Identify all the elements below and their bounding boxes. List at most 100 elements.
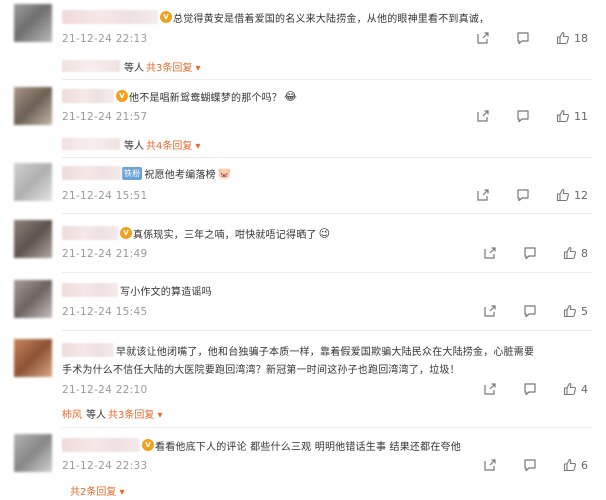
wink-emoji-icon: 😉 (318, 226, 331, 240)
like-button[interactable]: 11 (556, 109, 588, 123)
like-count: 5 (581, 304, 588, 318)
divider (62, 272, 592, 273)
divider (62, 330, 592, 331)
divider (62, 213, 592, 214)
reply-button[interactable] (516, 188, 530, 202)
share-icon (484, 383, 496, 395)
thumbs-up-icon (556, 109, 569, 123)
username-blurred[interactable] (62, 226, 118, 240)
reply-username[interactable]: 柿风 (62, 406, 82, 421)
replies-summary: 等人 共4条回复 ▾ (62, 136, 201, 152)
share-icon (477, 32, 489, 44)
like-button[interactable]: 5 (563, 304, 588, 318)
comment-text: 看看他底下人的评论 都些什么三观 明明他错话生事 结果还都在夸他 (155, 441, 461, 453)
avatar[interactable] (14, 220, 52, 258)
username-blurred[interactable] (62, 343, 114, 357)
comment-text-line: V 他不是唱新鸳鸯蝴蝶梦的那个吗？ 😂 (62, 87, 297, 105)
comment-icon (524, 383, 536, 396)
username-blurred[interactable] (62, 10, 158, 24)
comment-text-line: 写小作文的算造谣吗 (62, 281, 212, 299)
divider (62, 157, 592, 158)
share-button[interactable] (476, 109, 490, 123)
comment-text-line: V 看看他底下人的评论 都些什么三观 明明他错话生事 结果还都在夸他 (62, 436, 461, 454)
like-count: 18 (574, 31, 588, 45)
like-button[interactable]: 4 (563, 382, 588, 396)
share-icon (484, 247, 496, 259)
like-button[interactable]: 6 (563, 458, 588, 472)
like-button[interactable]: 12 (556, 188, 588, 202)
avatar[interactable] (14, 4, 52, 42)
reply-button[interactable] (523, 304, 537, 318)
share-button[interactable] (483, 246, 497, 260)
view-replies-link[interactable]: 共3条回复 ▾ (146, 59, 201, 74)
avatar[interactable] (14, 434, 52, 472)
avatar[interactable] (14, 163, 52, 201)
comment-timestamp: 21-12-24 22:13 (62, 33, 148, 45)
comment-text-line-1: 早就该让他闭嘴了，他和台独骗子本质一样，靠着假爱国欺骗大陆民众在大陆捞金，心脏需… (116, 346, 535, 358)
share-button[interactable] (476, 188, 490, 202)
reply-button[interactable] (523, 382, 537, 396)
thumbs-up-icon (563, 458, 576, 472)
reply-button[interactable] (516, 31, 530, 45)
verified-badge-icon: V (120, 227, 132, 239)
username-blurred[interactable] (62, 89, 114, 103)
divider (62, 427, 592, 428)
like-count: 8 (581, 246, 588, 260)
share-button[interactable] (483, 382, 497, 396)
avatar[interactable] (14, 280, 52, 318)
comment-timestamp: 21-12-24 15:51 (62, 190, 148, 202)
comment-icon (524, 305, 536, 318)
like-button[interactable]: 18 (556, 31, 588, 45)
avatar[interactable] (14, 339, 52, 377)
share-icon (477, 189, 489, 201)
laughing-emoji-icon: 😂 (284, 89, 298, 103)
comment-icon (517, 110, 529, 123)
replies-summary: 柿风 等人 共3条回复 ▾ (62, 405, 163, 421)
share-button[interactable] (483, 304, 497, 318)
view-replies-link[interactable]: 共3条回复 ▾ (108, 406, 163, 421)
comment-text: 写小作文的算造谣吗 (120, 286, 212, 298)
replies-prefix: 等人 (86, 409, 106, 421)
comment-actions: 18 (450, 31, 588, 45)
comment-text: 总觉得黄安是借着爱国的名义来大陆捞金，从他的眼神里看不到真诚， (173, 13, 490, 25)
share-button[interactable] (483, 458, 497, 472)
thumbs-up-icon (556, 31, 569, 45)
avatar[interactable] (14, 87, 52, 125)
reply-user-blurred (62, 138, 120, 150)
comment-text-line: V 总觉得黄安是借着爱国的名义来大陆捞金，从他的眼神里看不到真诚， (62, 8, 489, 26)
comment-text: 他不是唱新鸳鸯蝴蝶梦的那个吗？ (129, 92, 282, 104)
username-blurred[interactable] (62, 166, 122, 180)
comment-timestamp: 21-12-24 15:45 (62, 306, 148, 318)
comment-actions: 4 (457, 382, 588, 396)
view-replies-link[interactable]: 共4条回复 ▾ (146, 137, 201, 152)
verified-badge-icon: V (160, 11, 172, 23)
comment-timestamp: 21-12-24 22:33 (62, 460, 148, 472)
like-count: 6 (581, 458, 588, 472)
reply-user-blurred (62, 60, 120, 72)
comment-icon (524, 459, 536, 472)
comment-text: 祝愿他考编落榜 (144, 169, 216, 181)
share-button[interactable] (476, 31, 490, 45)
replies-prefix: 等人 (124, 140, 144, 152)
thumbs-up-icon (556, 188, 569, 202)
reply-button[interactable] (516, 109, 530, 123)
like-count: 4 (581, 382, 588, 396)
verified-badge-icon: V (116, 90, 128, 102)
reply-button[interactable] (523, 246, 537, 260)
reply-button[interactable] (523, 458, 537, 472)
thumbs-up-icon (563, 304, 576, 318)
like-count: 12 (574, 188, 588, 202)
share-icon (484, 459, 496, 471)
username-blurred[interactable] (62, 438, 140, 452)
comment-actions: 6 (457, 458, 588, 472)
comment-text-line: 铁粉 祝愿他考编落榜 🐷 (62, 164, 232, 182)
view-replies-link[interactable]: 共2条回复 ▾ (70, 483, 125, 498)
thumbs-up-icon (563, 382, 576, 396)
comment-text: 真係现实，三年之喃，咁快就唔记得晒了 (133, 229, 317, 241)
verified-badge-icon: V (142, 439, 154, 451)
like-button[interactable]: 8 (563, 246, 588, 260)
comment-timestamp: 21-12-24 22:10 (62, 384, 148, 396)
share-icon (484, 305, 496, 317)
comment-actions: 5 (457, 304, 588, 318)
username-blurred[interactable] (62, 283, 118, 297)
